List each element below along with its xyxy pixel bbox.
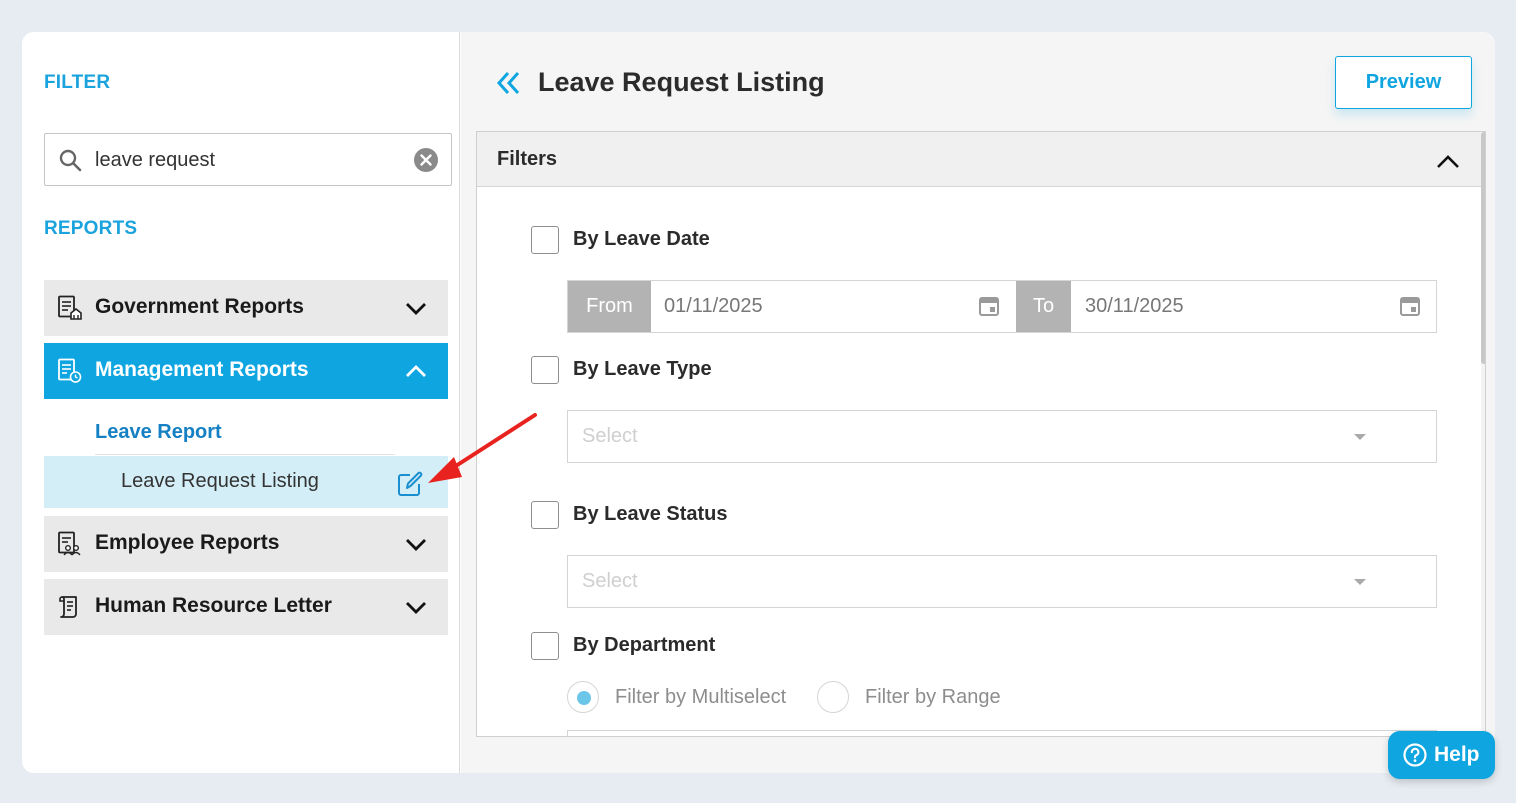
by-leave-date-checkbox[interactable] [531,226,559,254]
government-report-icon [58,295,82,320]
to-date-field[interactable]: 30/11/2025 [1085,295,1184,318]
help-label: Help [1434,743,1480,766]
by-department-checkbox[interactable] [531,632,559,660]
edit-icon[interactable] [396,470,424,498]
category-employee-reports[interactable]: Employee Reports [44,516,448,572]
help-button[interactable]: Help [1388,731,1495,779]
chevron-down-icon [406,303,426,315]
filters-header[interactable]: Filters [477,132,1485,187]
filter-by-range-radio[interactable]: Filter by Range [817,681,1017,713]
to-label: To [1016,281,1071,332]
reports-label: REPORTS [44,218,138,239]
category-government-reports[interactable]: Government Reports [44,280,448,336]
report-item-label: Leave Request Listing [121,470,319,492]
caret-down-icon [1354,434,1366,440]
select-placeholder: Select [582,425,638,447]
management-report-icon [58,358,82,383]
filters-title: Filters [497,148,558,170]
chevron-up-icon[interactable] [1435,152,1461,170]
category-label: Management Reports [95,358,309,381]
category-human-resource-letter[interactable]: Human Resource Letter [44,579,448,635]
question-circle-icon [1403,743,1427,767]
filters-panel: Filters By Leave Date From 01/11/2025 To [476,131,1486,737]
by-leave-status-label: By Leave Status [573,503,728,525]
sidebar: FILTER REPORTS [22,32,460,773]
employee-report-icon [58,531,81,556]
filter-by-multiselect-radio[interactable]: Filter by Multiselect [567,681,807,713]
from-label: From [568,281,651,332]
radio-circle [567,681,599,713]
from-date-field[interactable]: 01/11/2025 [664,295,763,318]
leave-status-select[interactable]: Select [567,555,1437,608]
category-label: Employee Reports [95,531,280,554]
select-placeholder: Select [582,570,638,592]
filter-label: FILTER [44,72,111,93]
by-leave-date-label: By Leave Date [573,228,710,250]
by-leave-type-checkbox[interactable] [531,356,559,384]
search-input[interactable] [95,144,395,176]
page-title: Leave Request Listing [538,67,825,97]
chevron-up-icon [406,365,426,377]
radio-label: Filter by Range [865,686,1001,708]
scrollbar-thumb[interactable] [1481,132,1485,364]
category-management-reports[interactable]: Management Reports [44,343,448,399]
radio-circle [817,681,849,713]
double-chevron-left-icon[interactable] [496,70,522,96]
caret-down-icon [1354,579,1366,585]
panel-scrollbar[interactable] [1481,132,1485,736]
radio-selected-dot [577,691,591,705]
calendar-icon[interactable] [1399,295,1421,317]
department-select[interactable] [567,730,1437,736]
by-leave-type-label: By Leave Type [573,358,712,380]
divider [95,454,395,455]
leave-type-select[interactable]: Select [567,410,1437,463]
chevron-down-icon [406,539,426,551]
preview-button[interactable]: Preview [1335,56,1472,109]
chevron-down-icon [406,602,426,614]
category-label: Government Reports [95,295,304,318]
reports-card: FILTER REPORTS [22,32,1495,773]
report-item-leave-request-listing[interactable]: Leave Request Listing [44,456,448,508]
category-label: Human Resource Letter [95,594,332,617]
leave-date-range: From 01/11/2025 To 30/11/2025 [567,280,1437,333]
search-box [44,133,452,186]
hr-letter-icon [59,596,77,618]
radio-label: Filter by Multiselect [615,686,787,708]
by-leave-status-checkbox[interactable] [531,501,559,529]
clear-search-icon[interactable] [413,147,439,173]
by-department-label: By Department [573,634,716,656]
search-icon [59,149,82,172]
subgroup-leave-report[interactable]: Leave Report [95,421,222,444]
calendar-icon[interactable] [978,295,1000,317]
main-content: Leave Request Listing Preview Filters By… [461,32,1495,773]
